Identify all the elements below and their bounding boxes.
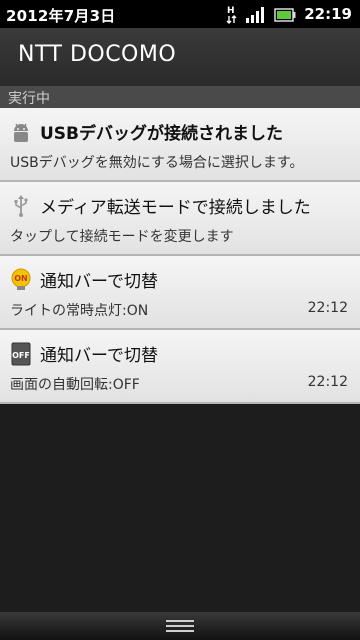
light-on-icon: ON xyxy=(10,268,32,292)
notification-media-transfer[interactable]: メディア転送モードで接続しました タップして接続モードを変更します xyxy=(0,182,360,256)
notification-header: NTT DOCOMO xyxy=(0,28,360,86)
drag-handle-bar[interactable] xyxy=(0,612,360,640)
notification-text: タップして接続モードを変更します xyxy=(10,229,234,245)
drag-handle-icon xyxy=(166,620,194,635)
section-header-ongoing: 実行中 xyxy=(0,86,360,108)
notification-rotation-toggle[interactable]: OFF 通知バーで切替 画面の自動回転:OFF 22:12 xyxy=(0,330,360,404)
rotation-off-icon: OFF xyxy=(10,342,32,366)
notification-text: 画面の自動回転:OFF xyxy=(10,377,140,393)
notification-text: ライトの常時点灯:ON xyxy=(10,303,149,319)
svg-text:ON: ON xyxy=(14,274,28,283)
notification-title: 通知バーで切替 xyxy=(40,346,158,366)
svg-text:H: H xyxy=(227,6,235,16)
signal-icon xyxy=(246,5,266,23)
status-time: 22:19 xyxy=(304,5,352,23)
carrier-name: NTT DOCOMO xyxy=(18,42,177,67)
hspa-icon: H xyxy=(226,4,238,24)
notification-title: 通知バーで切替 xyxy=(40,272,158,292)
battery-icon xyxy=(274,7,296,22)
notification-text: USBデバッグを無効にする場合に選択します。 xyxy=(10,155,304,171)
notification-usb-debugging[interactable]: USBデバッグが接続されました USBデバッグを無効にする場合に選択します。 xyxy=(0,108,360,182)
svg-text:OFF: OFF xyxy=(12,351,30,360)
usb-icon xyxy=(10,194,32,218)
section-label: 実行中 xyxy=(8,91,50,107)
notification-title: USBデバッグが接続されました xyxy=(40,124,284,144)
notification-title: メディア転送モードで接続しました xyxy=(40,198,311,218)
status-date: 2012年7月3日 xyxy=(6,7,116,25)
status-icons: H 22:19 xyxy=(226,3,352,25)
notification-light-toggle[interactable]: ON 通知バーで切替 ライトの常時点灯:ON 22:12 xyxy=(0,256,360,330)
notification-list: USBデバッグが接続されました USBデバッグを無効にする場合に選択します。 メ… xyxy=(0,108,360,404)
android-debug-icon xyxy=(10,120,32,144)
notification-time: 22:12 xyxy=(307,374,348,390)
notification-time: 22:12 xyxy=(307,300,348,316)
status-bar: 2012年7月3日 H 22:19 xyxy=(0,0,360,28)
